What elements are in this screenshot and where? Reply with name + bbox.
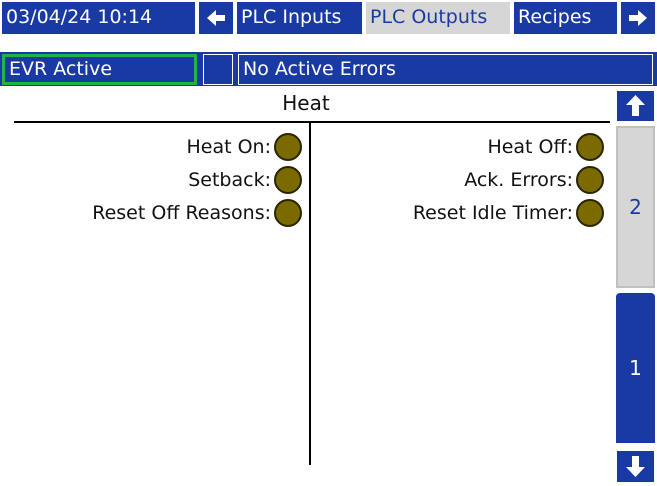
indicator-light-icon: [274, 132, 302, 161]
output-label: Ack. Errors:: [464, 168, 573, 191]
tab-plc-inputs[interactable]: PLC Inputs: [237, 2, 362, 34]
indicator-light-icon: [576, 165, 604, 194]
output-label: Heat On:: [186, 135, 271, 158]
indicator-light-icon: [274, 165, 302, 194]
page-1-button[interactable]: 1: [616, 293, 655, 443]
tab-next-button[interactable]: [621, 2, 655, 34]
output-heat-off: Heat Off:: [316, 130, 604, 164]
page-2-button[interactable]: 2: [616, 126, 655, 288]
arrow-right-icon: [629, 9, 647, 26]
title-divider: [14, 121, 610, 123]
output-label: Reset Idle Timer:: [412, 201, 573, 224]
scroll-up-button[interactable]: [616, 90, 655, 122]
output-setback: Setback:: [0, 163, 302, 197]
output-label: Heat Off:: [487, 135, 573, 158]
tab-plc-outputs[interactable]: PLC Outputs: [366, 2, 510, 34]
column-divider: [309, 123, 311, 465]
datetime-display: 03/04/24 10:14: [2, 2, 195, 34]
status-square: [203, 54, 233, 85]
arrow-left-icon: [207, 9, 225, 26]
indicator-light-icon: [576, 198, 604, 227]
error-status: No Active Errors: [238, 54, 653, 85]
output-heat-on: Heat On:: [0, 130, 302, 164]
output-label: Setback:: [188, 168, 271, 191]
scroll-down-button[interactable]: [616, 450, 655, 483]
tab-prev-button[interactable]: [199, 2, 233, 34]
output-reset-off-reasons: Reset Off Reasons:: [0, 196, 302, 230]
status-indicator: EVR Active: [2, 54, 197, 85]
indicator-light-icon: [274, 198, 302, 227]
indicator-light-icon: [576, 132, 604, 161]
arrow-down-icon: [626, 456, 645, 477]
panel-title: Heat: [282, 91, 330, 115]
tab-recipes[interactable]: Recipes: [514, 2, 617, 34]
output-ack-errors: Ack. Errors:: [316, 163, 604, 197]
output-label: Reset Off Reasons:: [92, 201, 271, 224]
output-reset-idle-timer: Reset Idle Timer:: [316, 196, 604, 230]
arrow-up-icon: [626, 95, 645, 116]
